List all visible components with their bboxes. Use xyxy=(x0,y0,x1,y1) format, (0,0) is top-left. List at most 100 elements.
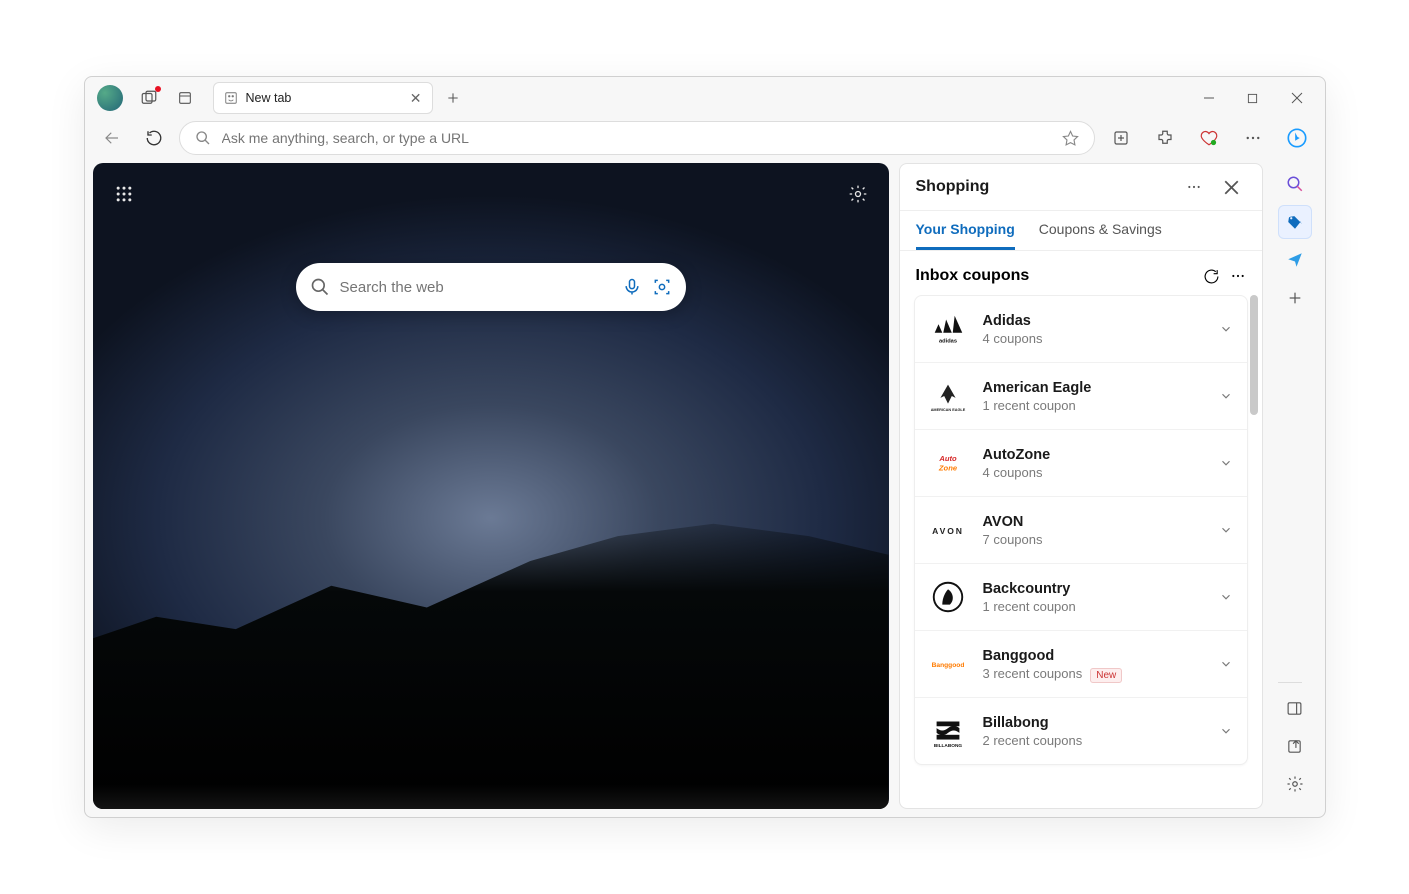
coupon-row[interactable]: AVON AVON 7 coupons xyxy=(915,497,1247,564)
refresh-button[interactable] xyxy=(137,121,171,155)
sidebar-search-icon[interactable] xyxy=(1278,167,1312,201)
coupon-row[interactable]: BILLABONGBillabong2 recent coupons xyxy=(915,698,1247,764)
web-search-input[interactable] xyxy=(340,279,612,296)
brand-logo: BILLABONG xyxy=(929,712,967,750)
coupon-count: 7 coupons xyxy=(983,532,1203,547)
coupon-count: 4 coupons xyxy=(983,465,1203,480)
tab-actions-icon[interactable] xyxy=(169,82,201,114)
brand-logo: Banggood xyxy=(929,645,967,683)
maximize-button[interactable] xyxy=(1231,82,1275,114)
tab-your-shopping[interactable]: Your Shopping xyxy=(916,221,1015,250)
chevron-down-icon xyxy=(1219,389,1233,403)
sidebar-add-icon[interactable] xyxy=(1278,281,1312,315)
sidebar-open-icon[interactable] xyxy=(1278,729,1312,763)
coupon-row[interactable]: Backcountry 1 recent coupon xyxy=(915,564,1247,631)
panel-more-icon[interactable] xyxy=(1180,179,1208,195)
close-tab-icon[interactable]: ✕ xyxy=(410,90,422,107)
minimize-button[interactable] xyxy=(1187,82,1231,114)
toolbar xyxy=(85,119,1325,163)
brand-logo: AutoZone xyxy=(929,444,967,482)
sidebar-panel-icon[interactable] xyxy=(1278,691,1312,725)
address-input[interactable] xyxy=(222,130,1052,146)
close-window-button[interactable] xyxy=(1275,82,1319,114)
wellness-icon[interactable] xyxy=(1191,121,1227,155)
svg-text:AVON: AVON xyxy=(932,526,964,536)
svg-text:Banggood: Banggood xyxy=(931,662,964,669)
search-icon xyxy=(310,277,330,297)
voice-search-icon[interactable] xyxy=(622,277,642,297)
refresh-coupons-icon[interactable] xyxy=(1203,268,1220,285)
panel-close-icon[interactable] xyxy=(1218,180,1246,195)
chevron-down-icon xyxy=(1219,456,1233,470)
brand-name: Adidas xyxy=(983,313,1203,329)
tab-title: New tab xyxy=(246,91,292,105)
screenshot-icon[interactable] xyxy=(1103,121,1139,155)
chevron-down-icon xyxy=(1219,523,1233,537)
brand-name: Banggood xyxy=(983,648,1203,664)
titlebar: New tab ✕ xyxy=(85,77,1325,119)
browser-window: New tab ✕ xyxy=(84,76,1326,818)
bing-icon[interactable] xyxy=(1279,121,1315,155)
scrollbar-thumb[interactable] xyxy=(1250,295,1258,415)
more-icon[interactable] xyxy=(1235,121,1271,155)
panel-header: Shopping xyxy=(900,164,1262,211)
address-bar[interactable] xyxy=(179,121,1095,155)
coupon-count: 2 recent coupons xyxy=(983,733,1203,748)
profile-avatar[interactable] xyxy=(97,85,123,111)
chevron-down-icon xyxy=(1219,724,1233,738)
panel-tabs: Your Shopping Coupons & Savings xyxy=(900,211,1262,251)
coupon-row[interactable]: Banggood Banggood 3 recent couponsNew xyxy=(915,631,1247,698)
inbox-title: Inbox coupons xyxy=(916,267,1030,285)
brand-logo: adidas xyxy=(929,310,967,348)
coupon-count: 3 recent couponsNew xyxy=(983,666,1203,681)
extensions-icon[interactable] xyxy=(1147,121,1183,155)
coupon-count: 1 recent coupon xyxy=(983,599,1203,614)
brand-logo: AMERICAN EAGLE xyxy=(929,377,967,415)
chevron-down-icon xyxy=(1219,590,1233,604)
background-image xyxy=(93,499,889,809)
svg-text:BILLABONG: BILLABONG xyxy=(933,743,962,749)
browser-sidebar xyxy=(1273,163,1317,809)
new-tab-page xyxy=(93,163,889,809)
shopping-panel: Shopping Your Shopping Coupons & Savings… xyxy=(899,163,1263,809)
chevron-down-icon xyxy=(1219,657,1233,671)
coupon-row[interactable]: adidas Adidas 4 coupons xyxy=(915,296,1247,363)
page-settings-icon[interactable] xyxy=(841,177,875,211)
brand-name: AutoZone xyxy=(983,447,1203,463)
svg-text:Auto: Auto xyxy=(938,454,957,463)
tab-coupons-savings[interactable]: Coupons & Savings xyxy=(1039,221,1162,250)
svg-text:AMERICAN EAGLE: AMERICAN EAGLE xyxy=(930,408,965,412)
content-area: Shopping Your Shopping Coupons & Savings… xyxy=(85,163,1325,817)
workspaces-icon[interactable] xyxy=(133,82,165,114)
sidebar-shopping-icon[interactable] xyxy=(1278,205,1312,239)
back-button[interactable] xyxy=(95,121,129,155)
tab-favicon xyxy=(224,91,238,105)
brand-name: AVON xyxy=(983,514,1203,530)
notification-dot xyxy=(155,86,161,92)
svg-text:Zone: Zone xyxy=(937,464,957,473)
new-badge: New xyxy=(1090,668,1122,683)
search-icon xyxy=(194,129,212,147)
new-tab-button[interactable] xyxy=(437,82,469,114)
chevron-down-icon xyxy=(1219,322,1233,336)
favorite-icon[interactable] xyxy=(1062,129,1080,147)
browser-tab[interactable]: New tab ✕ xyxy=(213,82,433,114)
window-controls xyxy=(1187,82,1319,114)
coupon-list[interactable]: adidas Adidas 4 coupons AMERICAN EAGLE Ameri… xyxy=(900,295,1262,808)
inbox-more-icon[interactable] xyxy=(1230,268,1246,284)
inbox-header: Inbox coupons xyxy=(900,251,1262,295)
panel-title: Shopping xyxy=(916,178,990,196)
brand-logo: AVON xyxy=(929,511,967,549)
coupon-count: 1 recent coupon xyxy=(983,398,1203,413)
coupon-count: 4 coupons xyxy=(983,331,1203,346)
brand-name: Backcountry xyxy=(983,581,1203,597)
sidebar-send-icon[interactable] xyxy=(1278,243,1312,277)
coupon-row[interactable]: AutoZoneAutoZone4 coupons xyxy=(915,430,1247,497)
web-search-bar[interactable] xyxy=(296,263,686,311)
apps-launcher-icon[interactable] xyxy=(107,177,141,211)
svg-text:adidas: adidas xyxy=(938,338,956,344)
image-search-icon[interactable] xyxy=(652,277,672,297)
sidebar-settings-icon[interactable] xyxy=(1278,767,1312,801)
brand-name: American Eagle xyxy=(983,380,1203,396)
coupon-row[interactable]: AMERICAN EAGLE American Eagle 1 recent cou… xyxy=(915,363,1247,430)
